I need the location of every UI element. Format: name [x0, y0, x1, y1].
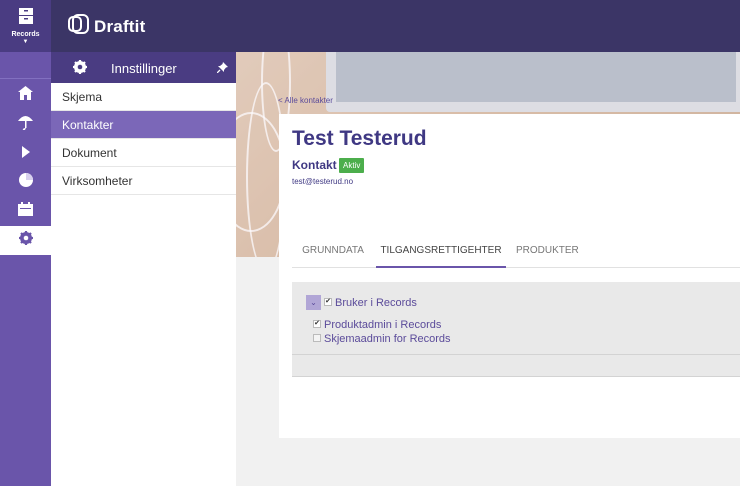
settings-sidebar-header: Innstillinger — [51, 52, 236, 83]
rail-item-home[interactable] — [0, 81, 51, 110]
produktadmin-label: Produktadmin i Records — [324, 319, 442, 331]
sidebar-item-kontakter[interactable]: Kontakter — [51, 111, 243, 139]
contact-tabs: GRUNNDATA TILGANGSRETTIGEHTER PRODUKTER — [292, 240, 740, 268]
skjemaadmin-label: Skjemaadmin for Records — [324, 333, 451, 345]
bruker-i-records-label: Bruker i Records — [335, 297, 417, 309]
draftit-logo-icon — [68, 14, 90, 39]
back-to-contacts-link[interactable]: < Alle kontakter — [278, 96, 333, 105]
contact-email[interactable]: test@testerud.no — [292, 177, 353, 186]
status-badge: Aktiv — [339, 158, 365, 173]
sidebar-item-skjema[interactable]: Skjema — [51, 83, 236, 111]
top-header: Draftit — [51, 0, 740, 52]
tab-grunndata[interactable]: GRUNNDATA — [302, 240, 364, 268]
settings-nav-list: Skjema Kontakter Dokument Virksomheter — [51, 83, 243, 195]
rail-item-settings[interactable] — [0, 226, 51, 255]
rail-item-umbrella[interactable] — [0, 110, 51, 139]
bruker-i-records-checkbox[interactable]: ✔ — [324, 298, 332, 306]
permissions-divider — [292, 354, 740, 355]
collapse-toggle-button[interactable]: ⌄ — [306, 295, 321, 310]
pie-chart-icon — [18, 173, 33, 192]
icon-rail: Records ▼ — [0, 0, 51, 486]
sidebar-item-dokument[interactable]: Dokument — [51, 139, 236, 167]
settings-sidebar: Innstillinger Skjema Kontakter Dokument … — [51, 52, 243, 486]
rail-item-play[interactable] — [0, 139, 51, 168]
tab-tilgangsrettigheter[interactable]: TILGANGSRETTIGEHTER — [376, 240, 506, 268]
archive-icon — [18, 7, 33, 29]
permissions-panel: ⌄ ✔ Bruker i Records ✔ Produktadmin i Re… — [292, 282, 740, 377]
brand-name: Draftit — [94, 16, 146, 36]
chevron-down-icon: ⌄ — [310, 298, 317, 307]
umbrella-icon — [18, 115, 33, 135]
records-switcher[interactable]: Records ▼ — [0, 0, 51, 52]
play-icon — [21, 145, 31, 163]
rail-divider — [0, 78, 51, 79]
produktadmin-checkbox[interactable]: ✔ — [313, 320, 321, 328]
skjemaadmin-checkbox[interactable] — [313, 334, 321, 342]
settings-title: Innstillinger — [111, 61, 177, 76]
calendar-icon — [18, 202, 33, 221]
gear-icon — [73, 60, 87, 79]
sidebar-item-virksomheter[interactable]: Virksomheter — [51, 167, 236, 195]
contact-type: Kontakt — [292, 158, 337, 172]
home-icon — [18, 86, 33, 105]
rail-item-chart[interactable] — [0, 168, 51, 197]
records-label: Records — [11, 30, 40, 38]
contact-card: Test Testerud Kontakt Aktiv test@testeru… — [279, 114, 740, 438]
pin-icon[interactable] — [216, 60, 228, 78]
chevron-down-icon: ▼ — [22, 38, 29, 45]
rail-item-calendar[interactable] — [0, 197, 51, 226]
contact-name: Test Testerud — [292, 127, 427, 150]
brand-logo[interactable]: Draftit — [68, 14, 145, 39]
tab-produkter[interactable]: PRODUKTER — [516, 240, 579, 268]
gear-icon — [18, 231, 33, 250]
